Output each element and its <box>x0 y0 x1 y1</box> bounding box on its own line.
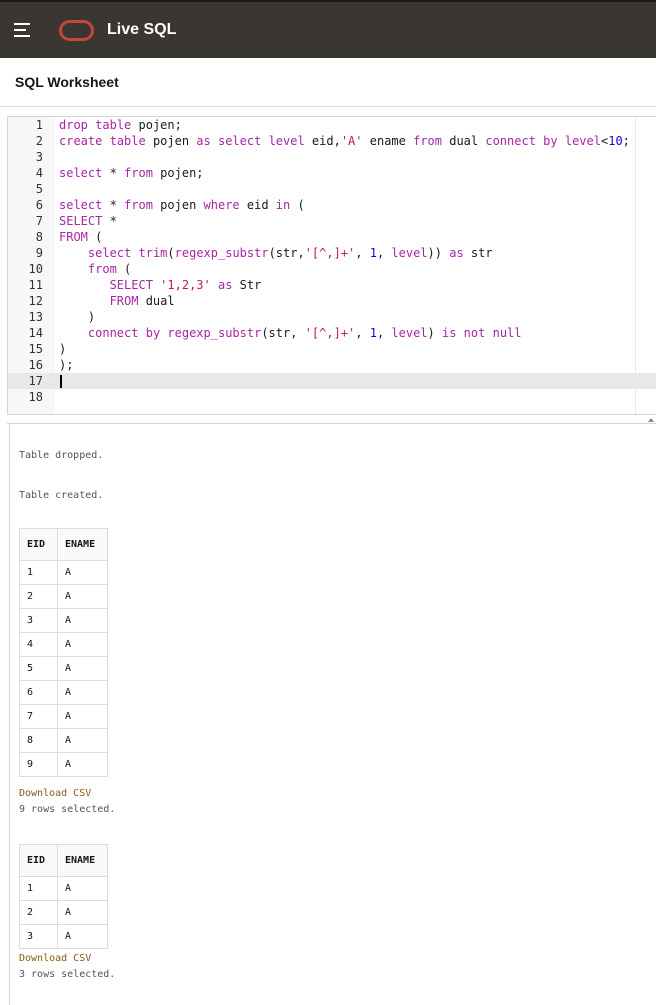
cell-ename: A <box>57 924 108 949</box>
code-text[interactable]: select * from pojen where eid in ( <box>59 197 305 213</box>
sql-editor[interactable]: 1 drop table pojen; 2 create table pojen as… <box>7 116 656 415</box>
code-text[interactable]: ) <box>59 341 66 357</box>
line-number: 13 <box>28 310 43 324</box>
line-number: 11 <box>28 278 43 292</box>
page-title: SQL Worksheet <box>15 74 119 90</box>
code-text[interactable]: select * from pojen; <box>59 165 204 181</box>
print-margin <box>635 117 636 414</box>
cell-ename: A <box>57 876 108 901</box>
table-row: 6A <box>19 680 108 705</box>
result-table: EID ENAME 1A 2A 3A 4A 5A 6A 7A 8A 9A <box>19 528 108 777</box>
table-row: 2A <box>19 900 108 925</box>
code-text[interactable]: create table pojen as select level eid,'… <box>59 133 630 149</box>
line-number: 4 <box>35 166 43 180</box>
column-header: ENAME <box>57 844 108 877</box>
cell-eid: 3 <box>19 924 58 949</box>
code-text[interactable]: connect by regexp_substr(str, '[^,]+', 1… <box>59 325 522 341</box>
result-message: Table dropped. <box>19 450 104 461</box>
table-row: 1A <box>19 876 108 901</box>
cell-eid: 5 <box>19 656 58 681</box>
line-number: 7 <box>35 214 43 228</box>
cell-eid: 1 <box>19 560 58 585</box>
line-number: 18 <box>28 390 43 404</box>
code-text[interactable]: FROM ( <box>59 229 102 245</box>
table-row: 1A <box>19 560 108 585</box>
line-number: 16 <box>28 358 43 372</box>
table-row: 7A <box>19 704 108 729</box>
result-table: EID ENAME 1A 2A 3A <box>19 844 108 949</box>
cell-ename: A <box>57 752 108 777</box>
cell-eid: 7 <box>19 704 58 729</box>
pane-splitter[interactable] <box>7 415 656 424</box>
table-row: 5A <box>19 656 108 681</box>
table-row: 3A <box>19 924 108 949</box>
result-message: Table created. <box>19 490 104 501</box>
app-title: Live SQL <box>107 21 177 38</box>
line-number: 14 <box>28 326 43 340</box>
cell-ename: A <box>57 680 108 705</box>
cell-ename: A <box>57 632 108 657</box>
hamburger-menu-icon[interactable] <box>14 23 32 39</box>
cell-ename: A <box>57 704 108 729</box>
line-number: 3 <box>35 150 43 164</box>
table-header-row: EID ENAME <box>19 844 108 877</box>
table-row: 9A <box>19 752 108 777</box>
code-text[interactable]: FROM dual <box>59 293 175 309</box>
cell-eid: 1 <box>19 876 58 901</box>
table-row: 8A <box>19 728 108 753</box>
table-row: 2A <box>19 584 108 609</box>
worksheet-header: SQL Worksheet <box>0 58 656 107</box>
column-header: EID <box>19 844 58 877</box>
line-number: 1 <box>35 118 43 132</box>
code-text[interactable]: SELECT '1,2,3' as Str <box>59 277 262 293</box>
rows-selected-status: 9 rows selected. <box>19 804 116 815</box>
cell-eid: 2 <box>19 900 58 925</box>
line-number: 15 <box>28 342 43 356</box>
line-number: 6 <box>35 198 43 212</box>
table-row: 3A <box>19 608 108 633</box>
line-number: 5 <box>35 182 43 196</box>
column-header: EID <box>19 528 58 561</box>
cell-eid: 9 <box>19 752 58 777</box>
cell-ename: A <box>57 656 108 681</box>
cell-eid: 3 <box>19 608 58 633</box>
download-csv-link[interactable]: Download CSV <box>19 788 91 799</box>
rows-selected-status: 3 rows selected. <box>19 969 116 980</box>
cell-eid: 4 <box>19 632 58 657</box>
column-header: ENAME <box>57 528 108 561</box>
cell-eid: 8 <box>19 728 58 753</box>
oracle-logo-icon <box>59 20 94 41</box>
line-number: 2 <box>35 134 43 148</box>
code-text[interactable]: drop table pojen; <box>59 117 182 133</box>
cell-ename: A <box>57 560 108 585</box>
active-line-highlight <box>8 373 656 389</box>
code-text[interactable]: SELECT * <box>59 213 117 229</box>
table-header-row: EID ENAME <box>19 528 108 561</box>
cell-ename: A <box>57 608 108 633</box>
top-bar: Live SQL <box>0 0 656 58</box>
line-number: 8 <box>35 230 43 244</box>
download-csv-link[interactable]: Download CSV <box>19 953 91 964</box>
line-number: 10 <box>28 262 43 276</box>
code-text[interactable]: select trim(regexp_substr(str,'[^,]+', 1… <box>59 245 493 261</box>
line-number: 9 <box>35 246 43 260</box>
results-pane: Table dropped. Table created. EID ENAME … <box>9 424 656 1005</box>
cell-ename: A <box>57 728 108 753</box>
table-row: 4A <box>19 632 108 657</box>
cell-eid: 6 <box>19 680 58 705</box>
text-cursor <box>60 375 62 388</box>
code-text[interactable]: from ( <box>59 261 131 277</box>
code-text[interactable]: ); <box>59 357 73 373</box>
line-number: 17 <box>28 374 43 388</box>
cell-eid: 2 <box>19 584 58 609</box>
line-number: 12 <box>28 294 43 308</box>
code-text[interactable]: ) <box>59 309 95 325</box>
cell-ename: A <box>57 900 108 925</box>
resize-grip-icon[interactable] <box>648 418 654 422</box>
cell-ename: A <box>57 584 108 609</box>
